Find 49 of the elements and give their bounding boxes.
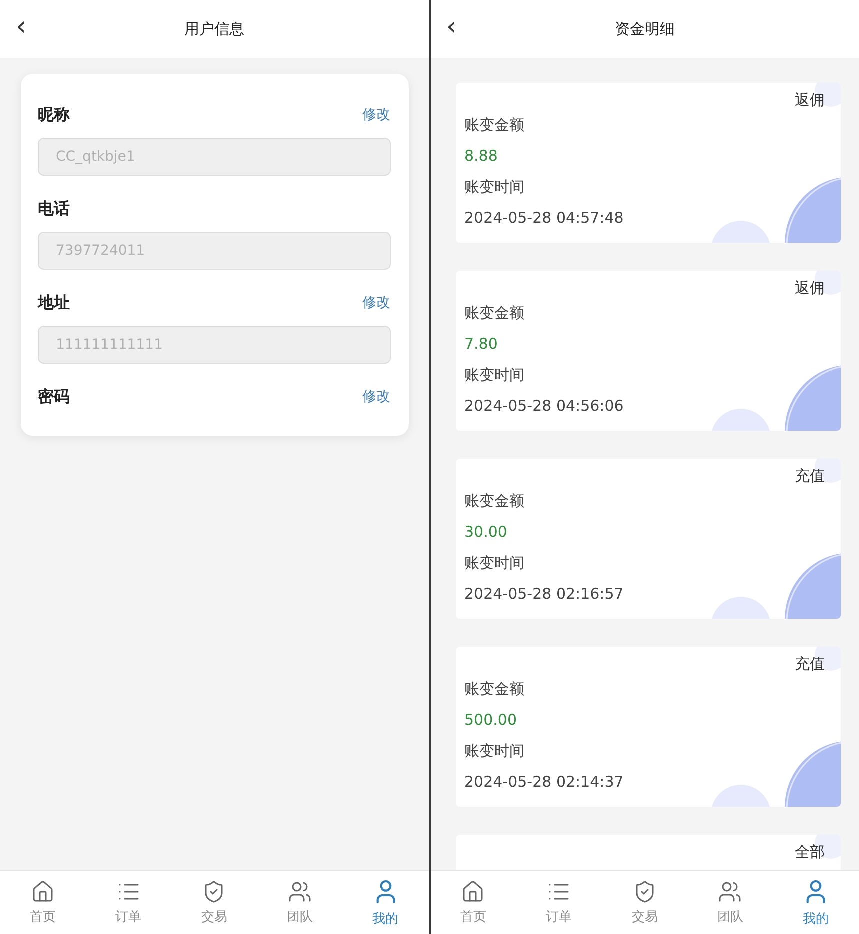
field-label: 地址 [38,292,70,314]
amount-label: 账变金额 [464,115,526,136]
amount-label: 账变金额 [464,679,526,700]
nav-tab[interactable]: 首页 [430,871,516,934]
nav-tab[interactable]: 订单 [86,871,172,934]
nav-tab[interactable]: 交易 [602,871,688,934]
input-field[interactable]: 7397724011 [38,232,390,270]
amount-value: 7.80 [464,334,499,355]
amount-value: 500.00 [464,710,518,731]
nav-tab[interactable]: 团队 [688,871,774,934]
time-value: 2024-05-28 04:56:06 [464,396,625,417]
people-icon [718,880,742,904]
people-icon [288,880,312,904]
edit-link[interactable]: 修改 [362,294,390,312]
record-type: 充值 [795,467,825,486]
edit-link[interactable]: 修改 [362,106,390,124]
field-label: 密码 [38,386,70,408]
time-value: 2024-05-28 02:14:37 [464,772,625,793]
nav-tab[interactable]: 交易 [171,871,258,934]
nav-tab[interactable]: 首页 [0,871,86,934]
nav-tab[interactable]: 我的 [773,871,859,934]
time-label: 账变时间 [464,553,526,574]
amount-label: 账变金额 [464,491,526,512]
time-value: 2024-05-28 04:57:48 [464,208,625,229]
home-icon [461,880,486,904]
record-type: 充值 [795,655,825,674]
input-field[interactable]: CC_qtkbje1 [38,138,390,176]
record-type: 返佣 [795,279,825,298]
field-label: 电话 [38,198,70,220]
amount-value: 8.88 [464,146,499,167]
nav-tab[interactable]: 订单 [516,871,602,934]
home-icon [30,880,55,904]
time-value: 2024-05-28 02:16:57 [464,584,625,605]
page-title: 用户信息 [183,20,246,38]
record-type: 全部 [795,843,825,862]
nav-tab[interactable]: 我的 [342,871,429,934]
nav-tab[interactable]: 团队 [257,871,343,934]
amount-label: 账变金额 [464,303,526,324]
input-field[interactable]: 111111111111 [38,326,390,364]
record-type: 返佣 [795,91,825,110]
time-label: 账变时间 [464,177,526,198]
time-label: 账变时间 [464,365,526,386]
back-button[interactable]: ‹ [0,12,46,46]
page-title: 资金明细 [614,20,676,38]
back-button[interactable]: ‹ [430,12,476,46]
field-label: 昵称 [38,104,70,126]
edit-link[interactable]: 修改 [362,388,390,406]
amount-value: 30.00 [464,522,508,543]
time-label: 账变时间 [464,741,526,762]
